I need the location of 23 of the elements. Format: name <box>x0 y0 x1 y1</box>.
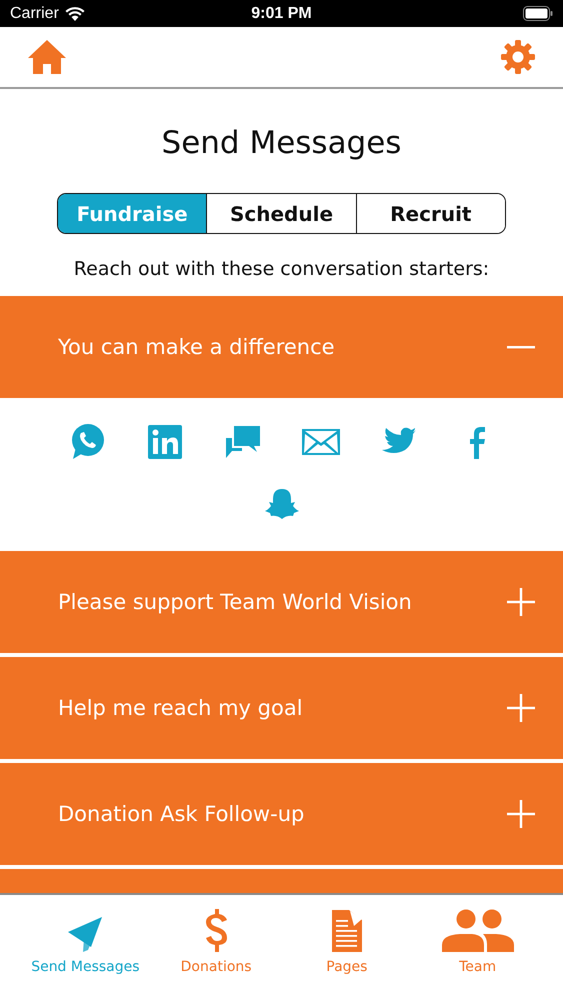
carrier-name: Carrier <box>10 4 59 22</box>
tab-bar-item[interactable]: Donations <box>150 907 282 1000</box>
paper-plane-icon <box>67 916 104 953</box>
accordion-row[interactable]: Help me reach my goal <box>0 657 563 759</box>
home-icon[interactable] <box>28 40 66 74</box>
battery-icon <box>523 6 553 21</box>
tab-bar-item[interactable]: Send Messages <box>20 907 151 1000</box>
page-title: Send Messages <box>160 124 402 163</box>
in-square-icon[interactable] <box>146 423 184 461</box>
dollar-icon <box>204 908 228 953</box>
segment-tab[interactable]: Recruit <box>356 194 505 233</box>
segment-tab[interactable]: Fundraise <box>58 194 206 233</box>
settings-icon[interactable] <box>501 40 535 74</box>
wifi-icon <box>64 6 85 21</box>
accordion-row[interactable]: Please support Team World Vision <box>0 551 563 653</box>
people-icon <box>440 909 515 953</box>
document-icon <box>330 909 363 953</box>
tab-bar-item[interactable]: Team <box>412 907 543 1000</box>
accordion-row[interactable]: You can make a difference <box>0 296 563 398</box>
status-time: 9:01 PM <box>251 4 312 22</box>
accordion-row[interactable]: Donation Ask Follow-up <box>0 763 563 865</box>
tab-bar-item[interactable]: Pages <box>282 907 412 1000</box>
intro-text: Reach out with these conversation starters: <box>72 257 490 282</box>
